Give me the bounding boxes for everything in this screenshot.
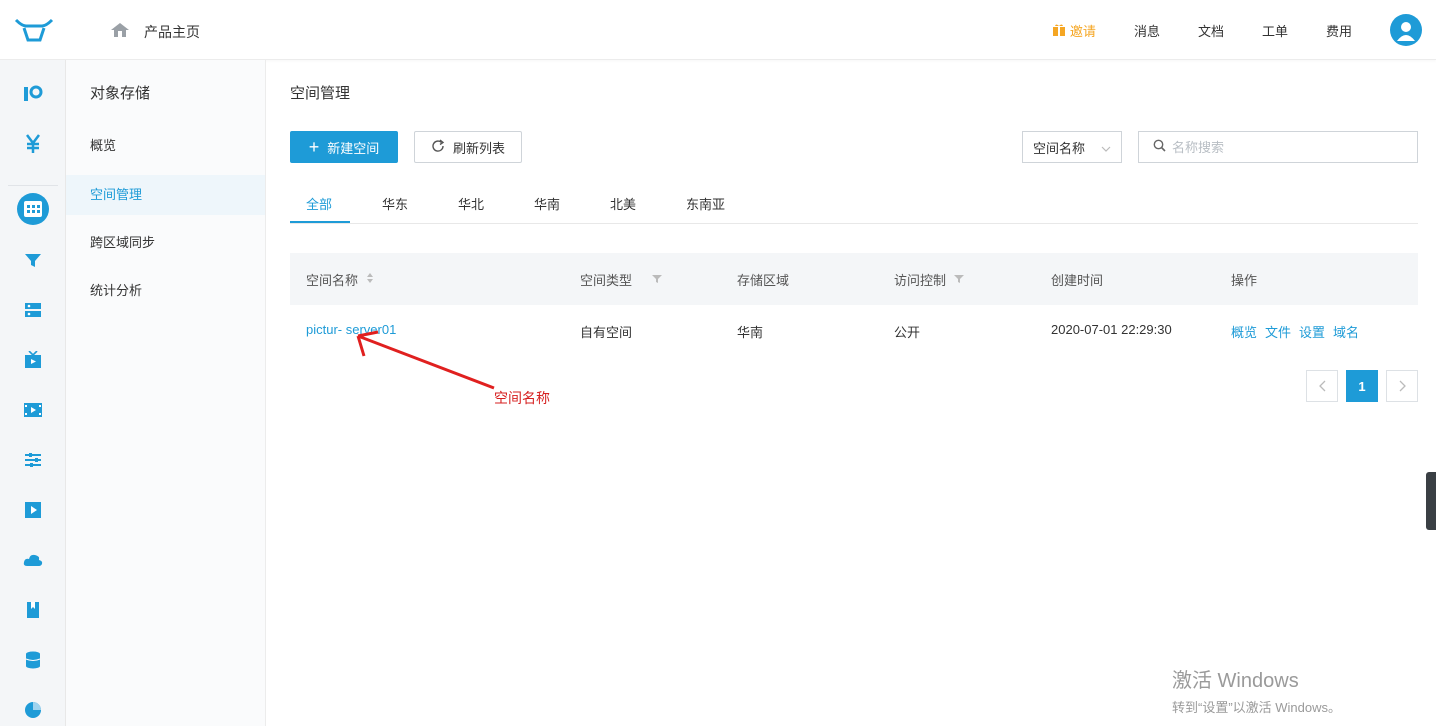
column-header-type: 空间类型 (580, 270, 663, 289)
messages-link[interactable]: 消息 (1134, 21, 1160, 40)
server-icon[interactable] (21, 298, 45, 322)
chart-pie-icon[interactable] (21, 698, 45, 722)
column-header-name[interactable]: 空间名称 (306, 270, 374, 289)
database-icon[interactable] (21, 648, 45, 672)
brand-logo-icon[interactable] (14, 16, 54, 46)
top-nav: 邀请 消息 文档 工单 费用 (1052, 0, 1436, 60)
annotation-arrow (356, 330, 495, 390)
region-tabs: 全部 华东 华北 华南 北美 东南亚 (290, 184, 1418, 224)
bucket-created-time: 2020-07-01 22:29:30 (1051, 322, 1172, 337)
invite-label: 邀请 (1069, 23, 1096, 39)
search-icon (1153, 139, 1166, 155)
sidebar-title: 对象存储 (90, 85, 151, 102)
tab-north-china[interactable]: 华北 (458, 194, 484, 213)
sidebar-item-overview[interactable]: 概览 (66, 126, 265, 166)
product-home-label: 产品主页 (144, 23, 200, 40)
plus-icon: + (308, 137, 320, 157)
product-logo-icon[interactable] (21, 82, 45, 106)
sort-icon[interactable] (366, 272, 374, 287)
annotation-label: 空间名称 (494, 390, 550, 406)
sidebar-item-bucket-management[interactable]: 空间管理 (66, 175, 265, 215)
tab-east-china[interactable]: 华东 (382, 194, 408, 213)
filter-icon[interactable] (954, 272, 965, 287)
cdn-funnel-icon[interactable] (21, 248, 45, 272)
row-actions: 概览 文件 设置 域名 (1231, 322, 1359, 341)
video-icon[interactable] (21, 398, 45, 422)
bucket-region: 华南 (737, 325, 764, 340)
refresh-list-button[interactable]: 刷新列表 (414, 131, 522, 163)
action-domain-link[interactable]: 域名 (1333, 322, 1359, 341)
page-button-current[interactable]: 1 (1346, 370, 1378, 402)
watermark-subtitle: 转到“设置”以激活 Windows。 (1172, 700, 1342, 715)
search-box (1138, 131, 1418, 163)
watermark-title: 激活 Windows (1172, 670, 1299, 692)
settings-sliders-icon[interactable] (21, 448, 45, 472)
search-field-select[interactable]: 空间名称 (1022, 131, 1122, 163)
column-header-name-label: 空间名称 (306, 273, 359, 288)
refresh-list-label: 刷新列表 (452, 140, 505, 156)
tickets-link[interactable]: 工单 (1262, 21, 1288, 40)
gift-icon (1052, 22, 1066, 39)
chevron-left-icon (1318, 380, 1325, 392)
search-input[interactable] (1172, 139, 1402, 155)
user-avatar[interactable] (1390, 14, 1422, 46)
chevron-right-icon (1399, 380, 1406, 392)
filter-icon[interactable] (652, 272, 663, 287)
column-header-access: 访问控制 (894, 270, 965, 289)
action-files-link[interactable]: 文件 (1265, 322, 1291, 341)
rail-divider (8, 185, 58, 186)
object-storage-icon[interactable] (21, 197, 45, 221)
sidebar-item-cross-region-sync[interactable]: 跨区域同步 (66, 223, 265, 263)
page-title: 空间管理 (290, 85, 351, 102)
sidebar-item-statistics[interactable]: 统计分析 (66, 271, 265, 311)
home-icon (110, 21, 130, 42)
bookmark-icon[interactable] (21, 598, 45, 622)
product-rail (0, 60, 66, 726)
bucket-access: 公开 (894, 325, 921, 340)
billing-link[interactable]: 费用 (1326, 21, 1352, 40)
column-header-access-label: 访问控制 (894, 273, 947, 288)
new-bucket-button[interactable]: + 新建空间 (290, 131, 398, 163)
pagination: 1 (1306, 370, 1418, 402)
docs-link[interactable]: 文档 (1198, 21, 1224, 40)
top-bar: 产品主页 邀请 消息 文档 工单 费用 (0, 0, 1436, 60)
tab-all[interactable]: 全部 (306, 194, 332, 213)
column-header-region: 存储区域 (737, 273, 790, 288)
live-tv-icon[interactable] (21, 348, 45, 372)
cloud-mail-icon[interactable] (21, 548, 45, 572)
active-tab-underline (290, 221, 350, 223)
product-home-link[interactable]: 产品主页 (110, 21, 200, 42)
action-settings-link[interactable]: 设置 (1299, 322, 1325, 341)
user-icon (1397, 22, 1415, 41)
bucket-type: 自有空间 (580, 325, 633, 340)
new-bucket-label: 新建空间 (327, 140, 380, 156)
windows-activation-watermark: 激活 Windows 转到“设置”以激活 Windows。 (1172, 664, 1341, 716)
column-header-type-label: 空间类型 (580, 273, 633, 288)
media-play-icon[interactable] (21, 498, 45, 522)
chevron-down-icon (1101, 140, 1111, 155)
next-page-button[interactable] (1386, 370, 1418, 402)
table-header: 空间名称 空间类型 存储区域 访问控制 创建时间 操作 (290, 253, 1418, 305)
tab-southeast-asia[interactable]: 东南亚 (686, 194, 725, 213)
search-field-select-value: 空间名称 (1033, 140, 1086, 156)
floating-side-widget[interactable] (1426, 472, 1436, 530)
column-header-created: 创建时间 (1051, 273, 1104, 288)
secondary-sidebar: 对象存储 概览 空间管理 跨区域同步 统计分析 (66, 60, 266, 726)
prev-page-button[interactable] (1306, 370, 1338, 402)
tab-south-china[interactable]: 华南 (534, 194, 560, 213)
tab-north-america[interactable]: 北美 (610, 194, 636, 213)
billing-yuan-icon[interactable] (21, 132, 45, 156)
invite-link[interactable]: 邀请 (1052, 21, 1096, 40)
column-header-actions: 操作 (1231, 273, 1258, 288)
action-overview-link[interactable]: 概览 (1231, 322, 1257, 341)
refresh-icon (431, 138, 445, 156)
